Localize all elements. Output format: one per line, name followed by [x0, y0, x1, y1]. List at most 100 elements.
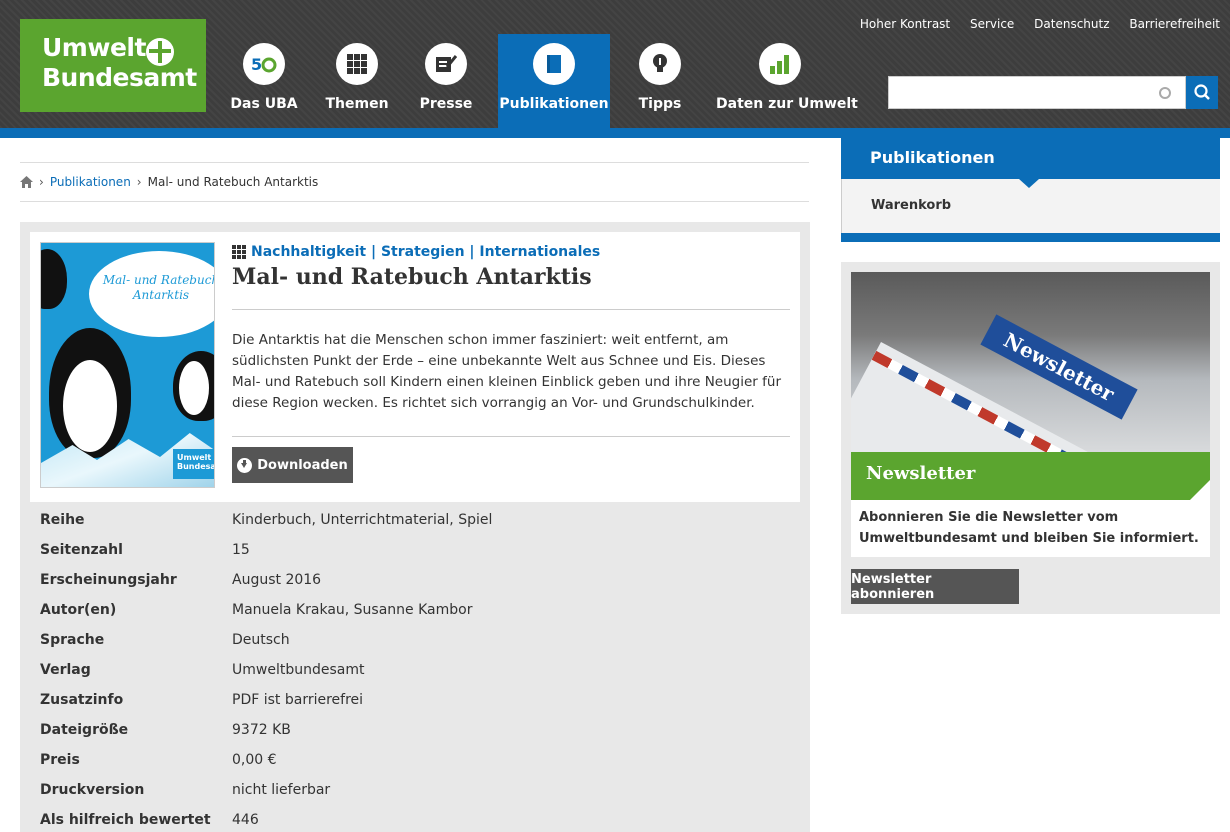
download-label: Downloaden: [257, 457, 348, 473]
breadcrumb: › Publikationen › Mal- und Ratebuch Anta…: [20, 162, 809, 202]
detail-value: 9372 KB: [232, 722, 291, 738]
summary-pointer: [403, 492, 427, 502]
logo-line2: Bundesamt: [42, 63, 197, 92]
detail-row: Reihe Kinderbuch, Unterrichtmaterial, Spi…: [40, 512, 800, 542]
publication-details: Reihe Kinderbuch, Unterrichtmaterial, Spi…: [40, 512, 800, 832]
detail-key: Reihe: [40, 512, 85, 528]
nav-themen[interactable]: Themen: [322, 34, 392, 128]
sidebar-heading-pointer: [1019, 179, 1039, 188]
publication-cover[interactable]: Mal- und Ratebuch Antarktis Umwelt Bunde…: [40, 242, 215, 488]
newsletter-title: Newsletter: [851, 452, 1210, 500]
detail-value: Umweltbundesamt: [232, 662, 365, 678]
search-input[interactable]: [888, 76, 1186, 109]
nav-publikationen[interactable]: Publikationen: [498, 34, 610, 128]
detail-key: Zusatzinfo: [40, 692, 124, 708]
press-icon: [425, 43, 467, 85]
uba-50-icon: 5: [243, 43, 285, 85]
publication-box: Mal- und Ratebuch Antarktis Umwelt Bunde…: [20, 222, 810, 832]
sidebar-stripe: [841, 233, 1220, 242]
breadcrumb-current: Mal- und Ratebuch Antarktis: [147, 175, 319, 189]
detail-key: Druckversion: [40, 782, 145, 798]
detail-value: 15: [232, 542, 250, 558]
publication-description: Die Antarktis hat die Menschen schon imm…: [232, 332, 781, 411]
sidebar-heading[interactable]: Publikationen: [841, 138, 1220, 179]
nav-daten-zur-umwelt[interactable]: Daten zur Umwelt: [716, 34, 858, 128]
grid-icon: [336, 43, 378, 85]
detail-key: Verlag: [40, 662, 91, 678]
cover-title: Mal- und Ratebuch Antarktis: [102, 273, 215, 302]
site-logo[interactable]: Umwelt Bundesamt: [20, 19, 206, 112]
nav-label: Presse: [419, 96, 473, 112]
detail-value: Manuela Krakau, Susanne Kambor: [232, 602, 473, 618]
link-service[interactable]: Service: [970, 17, 1014, 31]
nav-label: Tipps: [638, 96, 682, 112]
newsletter-text: Abonnieren Sie die Newsletter vom Umwelt…: [851, 500, 1210, 557]
nav-das-uba[interactable]: 5 Das UBA: [226, 34, 302, 128]
corner-fold: [1190, 480, 1210, 500]
detail-value: 0,00 €: [232, 752, 277, 768]
detail-key: Seitenzahl: [40, 542, 123, 558]
detail-row: Verlag Umweltbundesamt: [40, 662, 800, 692]
breadcrumb-link-publikationen[interactable]: Publikationen: [50, 175, 131, 189]
detail-value: PDF ist barrierefrei: [232, 692, 364, 708]
home-icon[interactable]: [20, 176, 33, 188]
detail-row: Zusatzinfo PDF ist barrierefrei: [40, 692, 800, 722]
book-icon: [533, 43, 575, 85]
chevron-right-icon: ›: [136, 175, 142, 189]
divider: [232, 309, 790, 310]
categories-text[interactable]: Nachhaltigkeit | Strategien | Internatio…: [251, 244, 600, 260]
grid-icon: [232, 245, 246, 259]
loading-spinner-icon: [1159, 87, 1171, 99]
download-button[interactable]: Downloaden: [232, 447, 353, 483]
detail-value: nicht lieferbar: [232, 782, 331, 798]
lightbulb-icon: [639, 43, 681, 85]
newsletter-subscribe-button[interactable]: Newsletter abonnieren: [851, 569, 1019, 604]
header-stripe: [0, 128, 1230, 138]
search-icon: [1194, 84, 1210, 100]
cover-logo: Umwelt Bundesamt: [173, 449, 214, 479]
detail-key: Sprache: [40, 632, 105, 648]
logo-line1: Umwelt: [42, 33, 146, 62]
detail-row: Preis 0,00 €: [40, 752, 800, 782]
detail-row: Autor(en) Manuela Krakau, Susanne Kambor: [40, 602, 800, 632]
detail-value: August 2016: [232, 572, 322, 588]
download-icon: [237, 457, 253, 473]
divider: [232, 436, 790, 437]
nav-label: Das UBA: [230, 96, 298, 112]
detail-value: Kinderbuch, Unterrichtmaterial, Spiel: [232, 512, 493, 528]
chevron-right-icon: ›: [39, 175, 44, 189]
cover-penguin: [173, 351, 214, 421]
detail-row: Sprache Deutsch: [40, 632, 800, 662]
detail-row: Seitenzahl 15: [40, 542, 800, 572]
publication-summary: Mal- und Ratebuch Antarktis Umwelt Bunde…: [30, 232, 800, 502]
nav-label: Publikationen: [499, 96, 609, 112]
nav-label: Daten zur Umwelt: [716, 96, 858, 112]
envelope-label: Newsletter: [980, 314, 1138, 420]
detail-key: Als hilfreich bewertet: [40, 812, 211, 828]
nav-presse[interactable]: Presse: [412, 34, 480, 128]
cover-penguin: [49, 328, 131, 458]
publication-categories[interactable]: Nachhaltigkeit | Strategien | Internatio…: [232, 244, 600, 260]
detail-row: Dateigröße 9372 KB: [40, 722, 800, 752]
search-button[interactable]: [1186, 76, 1218, 109]
link-barrierefreiheit[interactable]: Barrierefreiheit: [1129, 17, 1220, 31]
bar-chart-icon: [758, 43, 801, 85]
site-header: Umwelt Bundesamt 5 Das UBA Themen Presse…: [0, 0, 1230, 128]
logo-cross-icon: [146, 38, 174, 66]
link-hoher-kontrast[interactable]: Hoher Kontrast: [860, 17, 950, 31]
cover-penguin: [41, 249, 67, 309]
detail-row: Druckversion nicht lieferbar: [40, 782, 800, 812]
detail-key: Dateigröße: [40, 722, 129, 738]
detail-row: Erscheinungsjahr August 2016: [40, 572, 800, 602]
top-links: Hoher Kontrast Service Datenschutz Barri…: [844, 17, 1220, 31]
publication-title: Mal- und Ratebuch Antarktis: [232, 264, 592, 290]
detail-key: Autor(en): [40, 602, 117, 618]
link-datenschutz[interactable]: Datenschutz: [1034, 17, 1109, 31]
newsletter-image: Newsletter: [851, 272, 1210, 452]
detail-row: Als hilfreich bewertet 446: [40, 812, 800, 832]
nav-tipps[interactable]: Tipps: [628, 34, 692, 128]
detail-key: Erscheinungsjahr: [40, 572, 177, 588]
newsletter-box: Newsletter Newsletter Abonnieren Sie die…: [841, 262, 1220, 614]
detail-value: 446: [232, 812, 259, 828]
detail-value: Deutsch: [232, 632, 290, 648]
